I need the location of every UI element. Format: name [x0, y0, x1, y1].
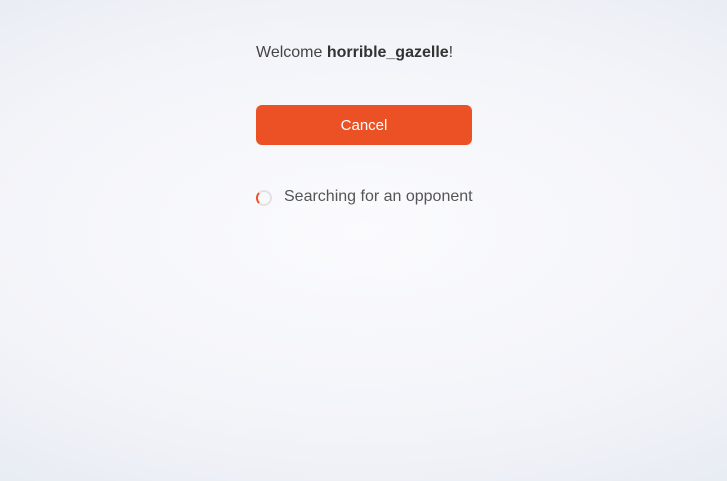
cancel-button[interactable]: Cancel: [256, 105, 472, 145]
welcome-suffix: !: [448, 44, 454, 61]
loading-spinner-icon: [256, 190, 272, 206]
status-text: Searching for an opponent: [284, 188, 473, 205]
search-status: Searching for an opponent: [256, 187, 473, 207]
welcome-message: Welcome horrible_gazelle!: [256, 43, 453, 63]
welcome-prefix: Welcome: [256, 44, 327, 61]
username: horrible_gazelle: [326, 44, 449, 61]
